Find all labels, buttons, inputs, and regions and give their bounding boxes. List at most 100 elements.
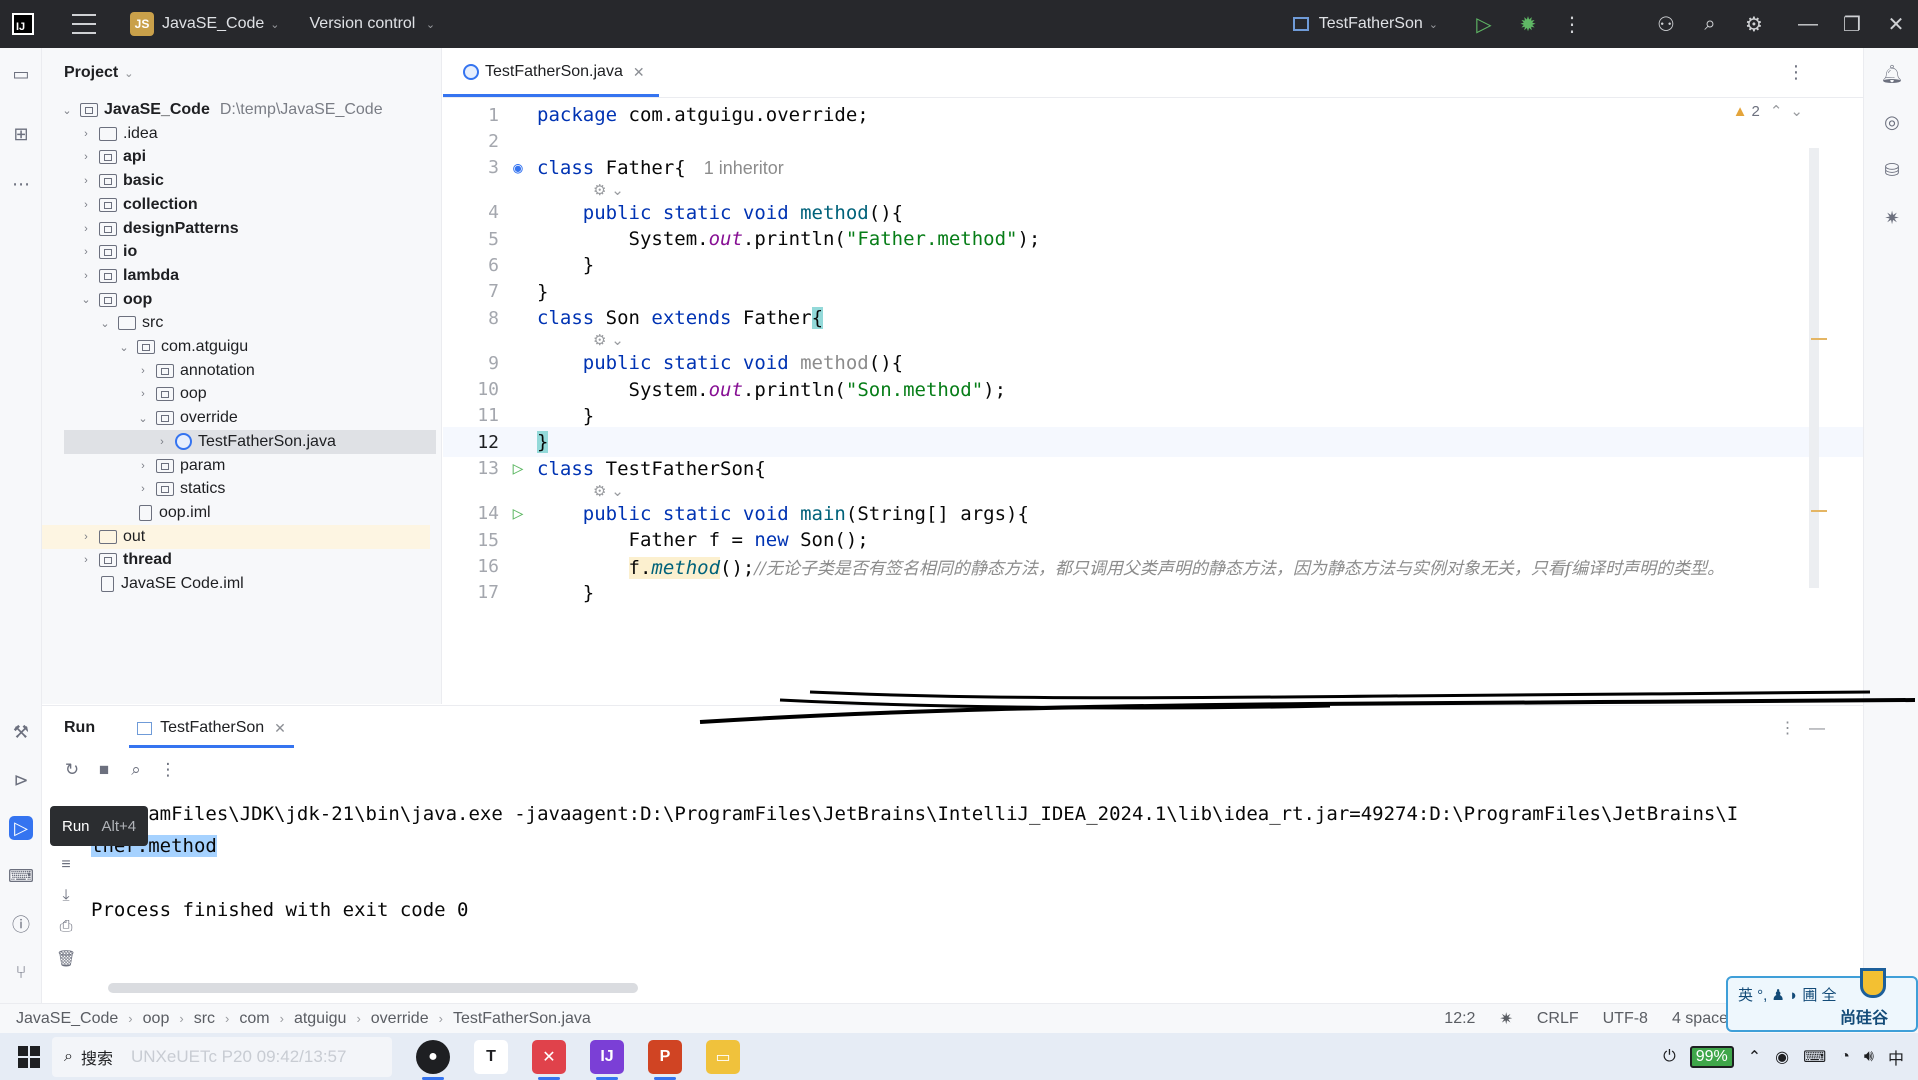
antivirus-icon[interactable]: ◉ <box>1775 1047 1789 1067</box>
taskbar-search[interactable]: ⌕ 搜索 UNXeUETc P20 09:42/13:57 <box>52 1036 392 1077</box>
tray-chevron-icon[interactable]: ⌃ <box>1748 1047 1761 1067</box>
more-tools-icon[interactable]: ⋯ <box>9 172 33 196</box>
ime-icon[interactable]: 中 <box>1888 1045 1904 1069</box>
tree-item[interactable]: JavaSE Code.iml <box>42 572 430 596</box>
run-panel-options-icon[interactable]: ⋮ — <box>1780 718 1825 738</box>
chevron-right-icon[interactable]: › <box>79 128 93 140</box>
power-icon[interactable]: ⏻ <box>1663 1048 1676 1066</box>
windows-start-icon[interactable] <box>18 1045 40 1068</box>
code-vision-hint-icon[interactable]: ⚙ ⌄ <box>593 482 624 500</box>
git-icon[interactable]: ⑂ <box>9 960 33 984</box>
code-line[interactable]: 17 } <box>443 578 1863 608</box>
tree-item[interactable]: › annotation <box>42 359 430 383</box>
code-with-me-icon[interactable]: ⚇ <box>1644 0 1688 48</box>
editor-more-icon[interactable]: ⋮ <box>1787 62 1805 83</box>
powerpoint-app-icon[interactable]: P <box>648 1039 682 1080</box>
chevron-down-icon[interactable]: ⌄ <box>98 317 112 330</box>
breadcrumb-item[interactable]: override <box>371 1010 429 1028</box>
clear-all-icon[interactable]: 🗑︎ <box>56 949 76 980</box>
chevron-right-icon[interactable]: › <box>136 365 150 377</box>
tree-item[interactable]: › basic <box>42 169 430 193</box>
tree-item[interactable]: ⌄ JavaSE_Code D:\temp\JavaSE_Code <box>42 98 430 122</box>
chevron-right-icon[interactable]: › <box>79 531 93 543</box>
chevron-right-icon[interactable]: › <box>79 175 93 187</box>
breadcrumb-item[interactable]: JavaSE_Code <box>16 1010 118 1028</box>
file-encoding[interactable]: UTF-8 <box>1603 1010 1648 1028</box>
chevron-down-icon[interactable]: ⌄ <box>79 293 93 306</box>
more-icon[interactable]: ⋮ <box>152 760 184 780</box>
code-line[interactable]: 8 class Son extends Father{ <box>443 303 1863 333</box>
chevron-down-icon[interactable]: ⌄ <box>117 341 131 354</box>
chevron-right-icon[interactable]: › <box>79 270 93 282</box>
volume-icon[interactable]: 🔊︎ <box>1864 1048 1874 1066</box>
tree-item[interactable]: ⌄ src <box>42 311 430 335</box>
settings-gear-icon[interactable]: ⚙ <box>1732 0 1776 48</box>
services-icon[interactable]: ⊳ <box>9 768 33 792</box>
chevron-right-icon[interactable]: › <box>155 436 169 448</box>
close-window-button[interactable]: ✕ <box>1874 0 1918 48</box>
rerun-icon[interactable]: ↻ <box>56 760 88 780</box>
tree-item[interactable]: ⌄ oop <box>42 288 430 312</box>
chevron-right-icon[interactable]: › <box>136 483 150 495</box>
tree-item[interactable]: ⌄ com.atguigu <box>42 335 430 359</box>
tree-item[interactable]: › TestFatherSon.java <box>64 429 436 454</box>
chevron-down-icon[interactable]: ⌄ <box>136 412 150 425</box>
wifi-icon[interactable]: ◔ <box>1840 1048 1850 1066</box>
console-horizontal-scrollbar[interactable] <box>108 983 638 993</box>
recorder-app-icon[interactable]: ● <box>416 1039 450 1080</box>
project-switcher[interactable]: JS JavaSE_Code ⌄ <box>130 12 280 36</box>
code-vision-hint-icon[interactable]: ⚙ ⌄ <box>593 331 624 349</box>
tree-item[interactable]: oop.iml <box>42 501 430 525</box>
implemented-gutter-icon[interactable]: ◉ <box>513 158 523 177</box>
chevron-right-icon[interactable]: › <box>79 151 93 163</box>
database-icon[interactable]: ⛁ <box>1880 158 1904 182</box>
run-gutter-icon[interactable]: ▷ <box>513 503 524 524</box>
chevron-down-icon[interactable]: ⌄ <box>60 104 74 117</box>
soft-wrap-icon[interactable]: ≡ <box>56 856 76 887</box>
tree-item[interactable]: › statics <box>42 477 430 501</box>
intellij-logo-icon[interactable]: IJ <box>12 13 34 35</box>
scroll-to-end-icon[interactable]: ⤓ <box>56 887 76 918</box>
run-configuration-selector[interactable]: TestFatherSon ⌄ <box>1292 15 1438 33</box>
file-explorer-app-icon[interactable]: ▭ <box>706 1039 740 1074</box>
build-hammer-icon[interactable]: ⚒ <box>9 720 33 744</box>
tree-item[interactable]: › oop <box>42 382 430 406</box>
xmind-app-icon[interactable]: ✕ <box>532 1039 566 1080</box>
minimize-button[interactable]: — <box>1786 0 1830 48</box>
chevron-right-icon[interactable]: › <box>136 460 150 472</box>
code-line[interactable]: 3 ◉ class Father{1 inheritor <box>443 153 1863 183</box>
battery-indicator[interactable]: 99% <box>1689 1045 1734 1068</box>
tree-item[interactable]: › designPatterns <box>42 217 430 241</box>
breadcrumb-item[interactable]: atguigu <box>294 1010 347 1028</box>
project-pane-header[interactable]: Project ⌄ <box>42 48 441 98</box>
tab-testfatherson[interactable]: TestFatherSon.java ✕ <box>443 47 659 97</box>
notifications-bell-icon[interactable]: 🔔︎ <box>1880 62 1904 86</box>
more-actions-icon[interactable]: ⋮ <box>1550 0 1594 48</box>
stop-icon[interactable]: ■ <box>88 760 120 780</box>
problems-icon[interactable]: ⓘ <box>9 912 33 936</box>
run-gutter-icon[interactable]: ▷ <box>513 458 524 479</box>
chevron-right-icon[interactable]: › <box>79 554 93 566</box>
camera-icon[interactable]: ⌕ <box>120 760 152 780</box>
restore-button[interactable]: ❐ <box>1830 0 1874 48</box>
breadcrumb-item[interactable]: src <box>194 1010 215 1028</box>
chevron-right-icon[interactable]: › <box>79 246 93 258</box>
breadcrumb-item[interactable]: oop <box>143 1010 170 1028</box>
ai-assistant-icon[interactable]: ◎ <box>1880 110 1904 134</box>
tree-item[interactable]: › io <box>42 240 430 264</box>
tree-item[interactable]: › .idea <box>42 122 430 146</box>
chevron-right-icon[interactable]: › <box>136 388 150 400</box>
tree-item[interactable]: ⌄ override <box>42 406 430 430</box>
line-separator[interactable]: CRLF <box>1537 1010 1579 1028</box>
breadcrumb-item[interactable]: TestFatherSon.java <box>453 1010 591 1028</box>
tree-item[interactable]: › param <box>42 454 430 478</box>
intellij-app-icon[interactable]: IJ <box>590 1039 624 1080</box>
print-icon[interactable]: ⎙ <box>56 918 76 949</box>
run-button[interactable]: ▷ <box>1462 0 1506 48</box>
run-tab-testfatherson[interactable]: TestFatherSon ✕ <box>129 706 294 750</box>
main-menu-icon[interactable] <box>72 14 96 34</box>
tree-item[interactable]: › thread <box>42 548 430 572</box>
caret-position[interactable]: 12:2 <box>1444 1010 1475 1028</box>
breadcrumb-item[interactable]: com <box>239 1010 269 1028</box>
tree-item[interactable]: › collection <box>42 193 430 217</box>
